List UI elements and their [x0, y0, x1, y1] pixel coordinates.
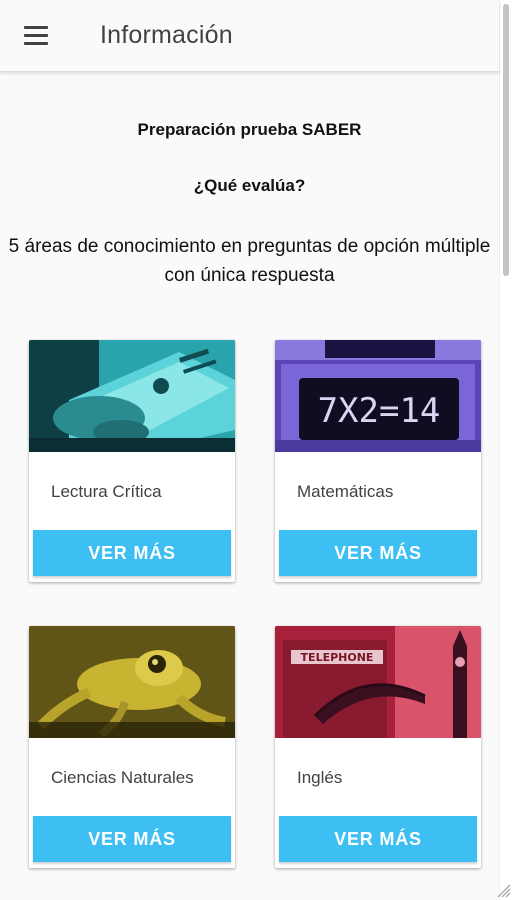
frog-photo — [29, 626, 235, 738]
card-ciencias-naturales: Ciencias Naturales VER MÁS — [29, 626, 235, 868]
telephone-sign-text: TELEPHONE — [301, 651, 374, 664]
hamburger-menu-icon[interactable] — [24, 21, 54, 51]
scrollbar[interactable] — [499, 0, 513, 900]
card-label: Inglés — [297, 768, 343, 787]
math-board-text: 7X2=14 — [318, 391, 441, 431]
card-ingles: TELEPHONE Inglés VER MÁS — [275, 626, 481, 868]
info-description: 5 áreas de conocimiento en preguntas de … — [8, 236, 491, 286]
ver-mas-button[interactable]: VER MÁS — [33, 530, 231, 576]
math-board-photo: 7X2=14 — [275, 340, 481, 452]
card-label: Lectura Crítica — [51, 482, 162, 501]
app-bar: Información — [0, 0, 499, 72]
ver-mas-button[interactable]: VER MÁS — [33, 816, 231, 862]
scrollbar-thumb[interactable] — [503, 4, 509, 276]
card-label: Ciencias Naturales — [51, 768, 194, 787]
info-question: ¿Qué evalúa? — [193, 176, 306, 195]
content-area: Preparación prueba SABER ¿Qué evalúa? 5 … — [0, 72, 499, 900]
card-label: Matemáticas — [297, 482, 394, 501]
card-lectura-critica: Lectura Crítica VER MÁS — [29, 340, 235, 582]
book-reading-photo — [29, 340, 235, 452]
london-phone-booth-photo: TELEPHONE — [275, 626, 481, 738]
ver-mas-button[interactable]: VER MÁS — [279, 530, 477, 576]
card-matematicas: 7X2=14 Matemáticas VER MÁS — [275, 340, 481, 582]
resize-grip-icon[interactable] — [495, 882, 511, 898]
ver-mas-button[interactable]: VER MÁS — [279, 816, 477, 862]
page-title: Información — [100, 21, 233, 49]
info-heading: Preparación prueba SABER — [137, 120, 362, 139]
